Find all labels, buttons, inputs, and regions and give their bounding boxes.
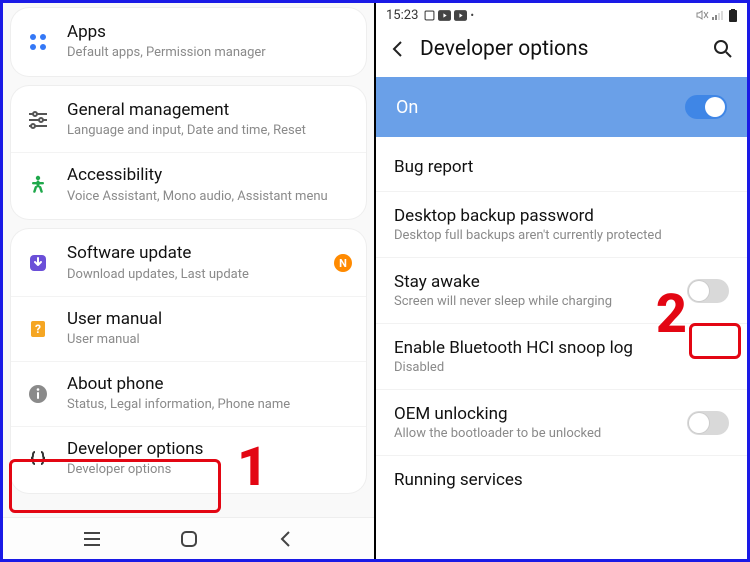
signal-icon bbox=[712, 9, 726, 21]
nav-recents-button[interactable] bbox=[81, 528, 103, 550]
settings-item-subtitle: Language and input, Date and time, Reset bbox=[67, 123, 352, 140]
battery-icon bbox=[729, 9, 737, 22]
settings-item-subtitle: User manual bbox=[67, 332, 352, 349]
settings-item-subtitle: Status, Legal information, Phone name bbox=[67, 397, 352, 414]
settings-item-title: About phone bbox=[67, 374, 352, 395]
dev-item-title: Enable Bluetooth HCI snoop log bbox=[394, 338, 729, 358]
accessibility-icon bbox=[25, 172, 51, 198]
dev-item-running-services[interactable]: Running services bbox=[376, 455, 747, 504]
settings-item-subtitle: Download updates, Last update bbox=[67, 267, 318, 284]
settings-item-software-update[interactable]: Software update Download updates, Last u… bbox=[11, 231, 366, 295]
dev-item-subtitle: Desktop full backups aren't currently pr… bbox=[394, 228, 729, 243]
nav-bar bbox=[3, 517, 374, 559]
sliders-icon bbox=[25, 107, 51, 133]
settings-item-about-phone[interactable]: About phone Status, Legal information, P… bbox=[11, 361, 366, 426]
settings-item-developer-options[interactable]: Developer options Developer options bbox=[11, 426, 366, 491]
dev-item-subtitle: Disabled bbox=[394, 360, 729, 375]
dev-item-subtitle: Allow the bootloader to be unlocked bbox=[394, 426, 675, 441]
settings-item-subtitle: Default apps, Permission manager bbox=[67, 45, 352, 62]
nav-home-button[interactable] bbox=[178, 528, 200, 550]
back-button[interactable] bbox=[390, 39, 406, 59]
page-title: Developer options bbox=[420, 37, 588, 61]
settings-item-subtitle: Voice Assistant, Mono audio, Assistant m… bbox=[67, 189, 352, 206]
video-icon bbox=[454, 10, 467, 21]
nav-back-button[interactable] bbox=[275, 528, 297, 550]
master-toggle-label: On bbox=[396, 97, 418, 118]
dev-item-oem-unlock[interactable]: OEM unlocking Allow the bootloader to be… bbox=[376, 389, 747, 455]
youtube-icon bbox=[438, 10, 451, 21]
developer-options-pane: 15:23 • Developer options bbox=[376, 3, 747, 559]
master-toggle-banner[interactable]: On bbox=[376, 77, 747, 137]
manual-icon: ? bbox=[25, 316, 51, 342]
apps-icon bbox=[25, 29, 51, 55]
settings-item-accessibility[interactable]: Accessibility Voice Assistant, Mono audi… bbox=[11, 152, 366, 217]
master-toggle-switch[interactable] bbox=[685, 95, 727, 119]
settings-item-general-management[interactable]: General management Language and input, D… bbox=[11, 88, 366, 152]
dev-item-title: Desktop backup password bbox=[394, 206, 729, 226]
settings-item-subtitle: Developer options bbox=[67, 462, 352, 479]
status-time: 15:23 bbox=[386, 8, 418, 23]
dev-item-title: Bug report bbox=[394, 157, 729, 177]
mute-icon bbox=[695, 9, 709, 21]
stay-awake-toggle[interactable] bbox=[687, 279, 729, 303]
more-dot-icon: • bbox=[470, 9, 474, 22]
search-button[interactable] bbox=[713, 39, 733, 59]
status-bar: 15:23 • bbox=[376, 3, 747, 27]
developer-options-list: Bug report Desktop backup password Deskt… bbox=[376, 137, 747, 559]
info-icon bbox=[25, 381, 51, 407]
status-right-icons bbox=[695, 9, 737, 22]
dev-item-stay-awake[interactable]: Stay awake Screen will never sleep while… bbox=[376, 257, 747, 323]
page-header: Developer options bbox=[376, 27, 747, 77]
dev-item-bug-report[interactable]: Bug report bbox=[376, 143, 747, 191]
settings-item-title: General management bbox=[67, 100, 352, 121]
settings-card-system: Software update Download updates, Last u… bbox=[11, 229, 366, 493]
update-icon bbox=[25, 250, 51, 276]
dev-item-title: Stay awake bbox=[394, 272, 675, 292]
braces-icon bbox=[25, 446, 51, 472]
settings-item-title: Developer options bbox=[67, 439, 352, 460]
settings-card-general: General management Language and input, D… bbox=[11, 86, 366, 219]
update-badge: N bbox=[334, 254, 352, 272]
settings-item-title: User manual bbox=[67, 309, 352, 330]
oem-unlock-toggle[interactable] bbox=[687, 411, 729, 435]
dev-item-desktop-backup[interactable]: Desktop backup password Desktop full bac… bbox=[376, 191, 747, 257]
settings-card-apps: Apps Default apps, Permission manager bbox=[11, 8, 366, 76]
settings-item-title: Accessibility bbox=[67, 165, 352, 186]
dev-item-title: OEM unlocking bbox=[394, 404, 675, 424]
dev-item-title: Running services bbox=[394, 470, 729, 490]
svg-text:?: ? bbox=[35, 322, 41, 336]
settings-item-apps[interactable]: Apps Default apps, Permission manager bbox=[11, 10, 366, 74]
settings-item-title: Software update bbox=[67, 243, 318, 264]
settings-item-title: Apps bbox=[67, 22, 352, 43]
status-left-icons: • bbox=[424, 9, 474, 22]
settings-item-user-manual[interactable]: ? User manual User manual bbox=[11, 296, 366, 361]
dev-item-subtitle: Screen will never sleep while charging bbox=[394, 294, 675, 309]
settings-list-pane: Apps Default apps, Permission manager Ge… bbox=[3, 3, 376, 559]
image-icon bbox=[424, 10, 435, 21]
dev-item-hci-snoop[interactable]: Enable Bluetooth HCI snoop log Disabled bbox=[376, 323, 747, 389]
